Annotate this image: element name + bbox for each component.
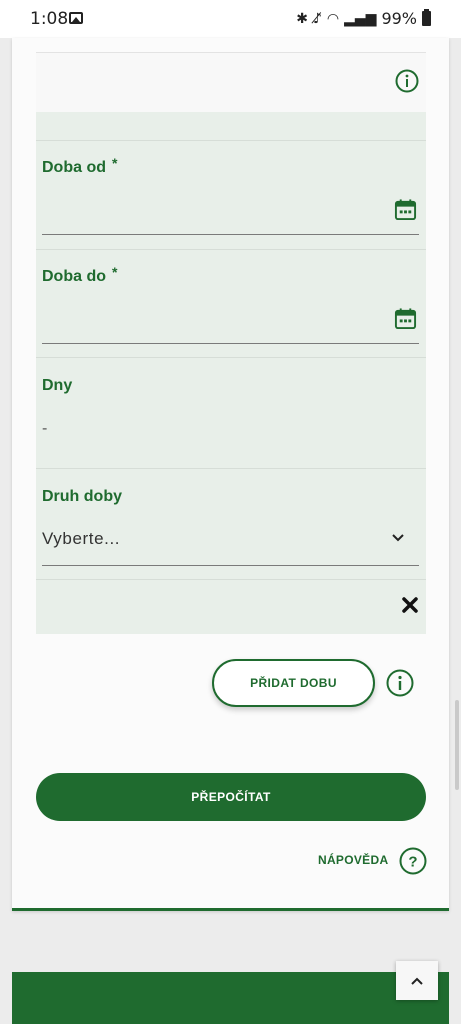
battery-icon: [422, 9, 431, 26]
help-icon[interactable]: ?: [399, 847, 427, 880]
scroll-to-top-button[interactable]: [396, 961, 438, 1000]
period-type-label: Druh doby: [42, 488, 122, 505]
status-bar: 1:08 ✱ ♪̸ ◠ ▂▄▆ 99%: [0, 0, 461, 38]
status-icons: ✱ ♪̸ ◠ ▂▄▆ 99%: [296, 9, 431, 28]
add-period-button[interactable]: PŘIDAT DOBU: [212, 659, 375, 707]
svg-text:?: ?: [408, 854, 417, 871]
status-time: 1:08: [30, 9, 69, 29]
mute-icon: ♪̸: [312, 10, 322, 27]
period-type-underline: [42, 565, 419, 566]
divider: [36, 579, 426, 580]
battery-percent: 99%: [381, 9, 417, 28]
calendar-icon[interactable]: [394, 198, 417, 221]
scrollbar[interactable]: [455, 700, 459, 790]
divider: [36, 357, 426, 358]
close-icon[interactable]: [400, 595, 420, 615]
signal-icon: ▂▄▆: [344, 10, 377, 27]
divider: [36, 140, 426, 141]
period-panel: [36, 112, 426, 634]
period-to-label: Doba do *: [42, 264, 118, 285]
image-icon: [69, 12, 83, 24]
chevron-down-icon[interactable]: [391, 531, 405, 545]
footer-bar: [12, 972, 449, 1024]
period-type-select[interactable]: Vyberte...: [42, 529, 120, 549]
days-label: Dny: [42, 377, 73, 394]
bluetooth-icon: ✱: [296, 10, 308, 27]
divider: [36, 249, 426, 250]
help-link[interactable]: NÁPOVĚDA: [318, 853, 388, 867]
previous-row-panel: [36, 52, 426, 112]
info-icon[interactable]: [386, 669, 414, 702]
required-mark: *: [112, 264, 118, 280]
recalculate-button[interactable]: PŘEPOČÍTAT: [36, 773, 426, 821]
info-icon[interactable]: [395, 69, 419, 98]
period-from-input[interactable]: [42, 234, 419, 235]
days-value: -: [42, 420, 48, 437]
calendar-icon[interactable]: [394, 307, 417, 330]
chevron-up-icon: [411, 977, 423, 985]
required-mark: *: [112, 155, 118, 171]
divider: [36, 468, 426, 469]
wifi-icon: ◠: [326, 10, 340, 27]
period-to-input[interactable]: [42, 343, 419, 344]
period-from-label: Doba od *: [42, 155, 118, 176]
